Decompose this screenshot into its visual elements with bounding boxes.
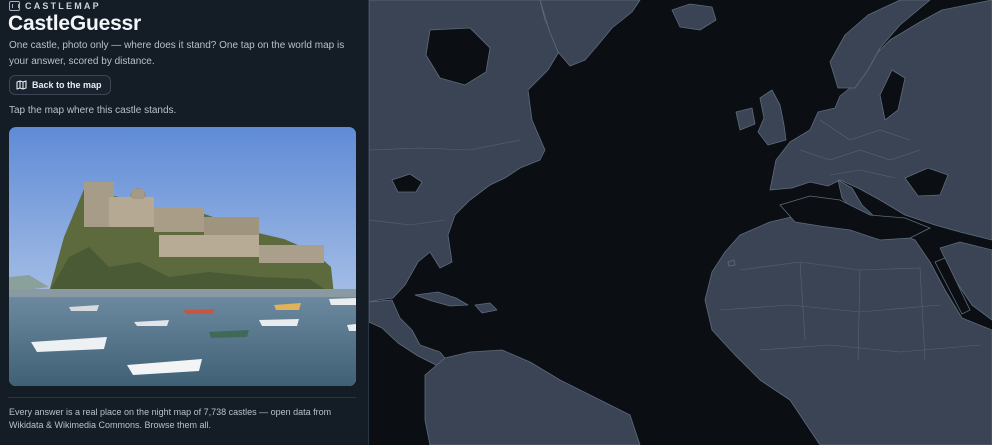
page-title: CastleGuessr bbox=[8, 12, 142, 35]
castle-photo bbox=[9, 127, 356, 386]
brand-name: CASTLEMAP bbox=[25, 0, 101, 11]
side-panel: CASTLEMAP CastleGuessr One castle, photo… bbox=[0, 0, 369, 445]
game-description: One castle, photo only — where does it s… bbox=[9, 40, 345, 67]
brand: CASTLEMAP bbox=[9, 0, 101, 11]
map-icon bbox=[16, 80, 27, 90]
back-to-map-label: Back to the map bbox=[32, 80, 102, 90]
instruction-text: Tap the map where this castle stands. bbox=[9, 105, 177, 116]
castlemap-logo-icon bbox=[9, 0, 20, 11]
footer-note: Every answer is a real place on the nigh… bbox=[9, 407, 332, 430]
back-to-map-button[interactable]: Back to the map bbox=[9, 75, 111, 95]
divider bbox=[8, 397, 356, 398]
